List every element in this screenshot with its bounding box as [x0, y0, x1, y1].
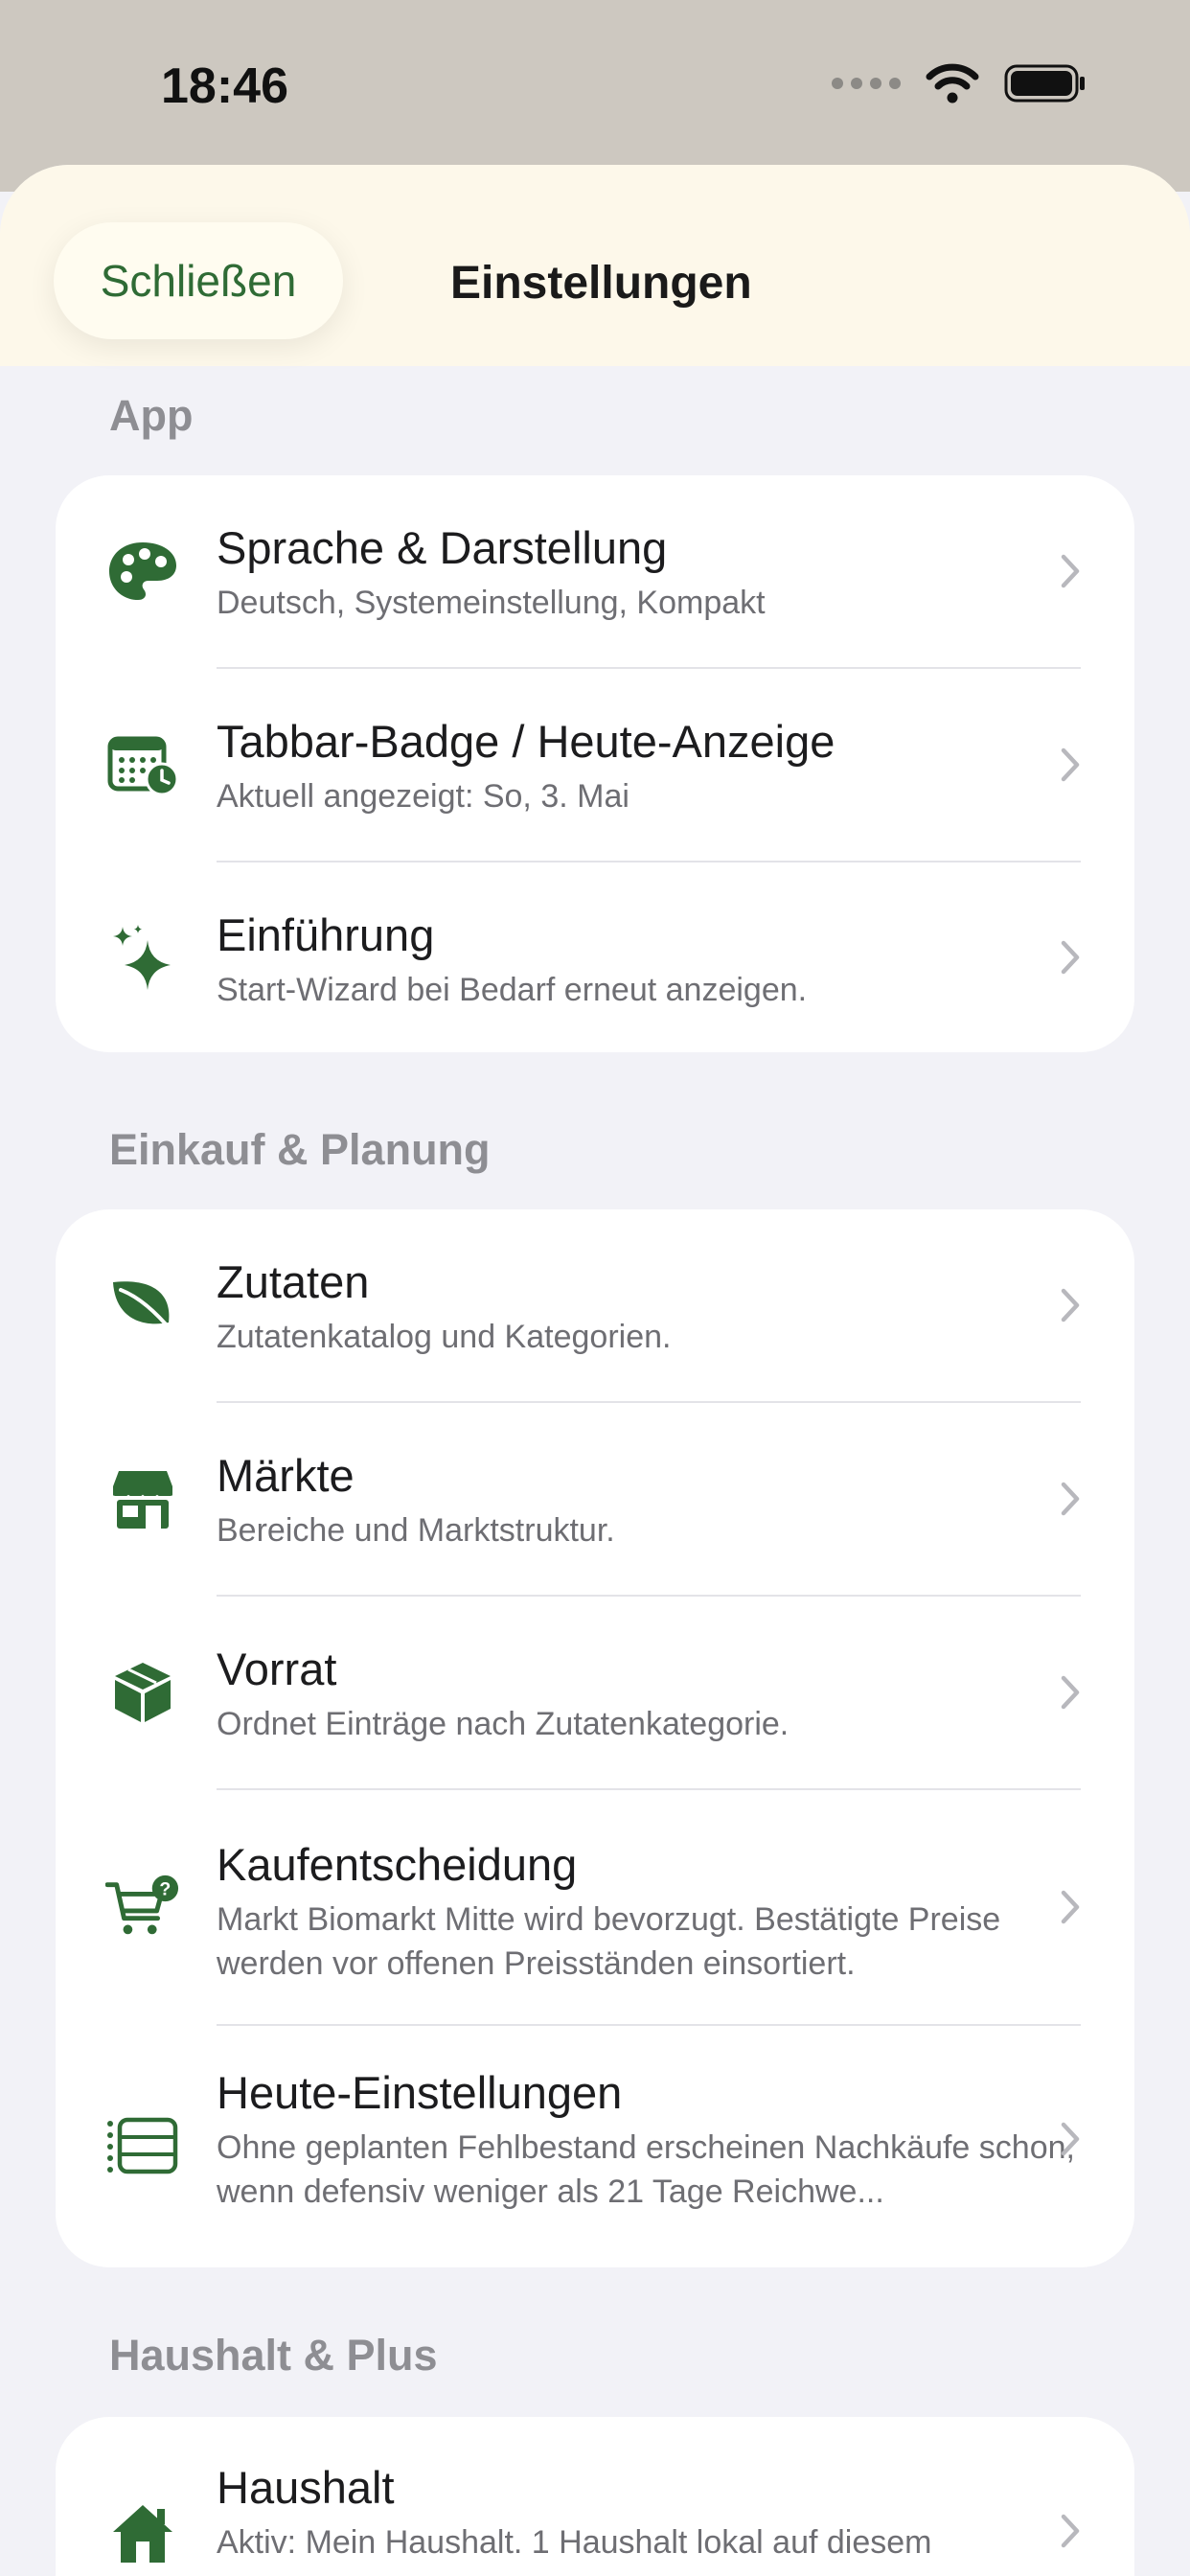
row-subtitle: Start-Wizard bei Bedarf erneut anzeigen. — [217, 972, 808, 1008]
chevron-right-icon — [1061, 1675, 1080, 1710]
row-subtitle: Ohne geplanten Fehlbestand erscheinen Na… — [217, 2129, 1075, 2210]
settings-row-heute-einstellungen[interactable]: Heute-Einstellungen Ohne geplanten Fehlb… — [56, 2026, 1134, 2267]
row-title: Heute-Einstellungen — [217, 2067, 623, 2118]
svg-text:?: ? — [159, 1878, 171, 1899]
row-subtitle: Ordnet Einträge nach Zutatenkategorie. — [217, 1706, 790, 1742]
settings-row-vorrat[interactable]: Vorrat Ordnet Einträge nach Zutatenkateg… — [56, 1597, 1134, 1788]
settings-row-tabbar-badge[interactable]: Tabbar-Badge / Heute-Anzeige Aktuell ang… — [56, 669, 1134, 861]
sparkles-icon — [105, 920, 180, 995]
chevron-right-icon — [1061, 554, 1080, 588]
settings-sheet: Schließen Einstellungen App Sprache & Da… — [0, 165, 1190, 2576]
calendar-clock-icon — [105, 727, 180, 802]
chevron-right-icon — [1061, 2514, 1080, 2548]
row-title: Märkte — [217, 1450, 355, 1501]
chevron-right-icon — [1061, 748, 1080, 782]
settings-row-maerkte[interactable]: Märkte Bereiche und Marktstruktur. — [56, 1403, 1134, 1595]
leaf-icon — [105, 1268, 180, 1343]
row-title: Haushalt — [217, 2462, 395, 2513]
section-header-haushalt: Haushalt & Plus — [109, 2331, 438, 2380]
row-title: Tabbar-Badge / Heute-Anzeige — [217, 716, 835, 767]
cellular-signal-icon — [832, 78, 901, 89]
close-button[interactable]: Schließen — [54, 222, 343, 339]
list-rectangle-icon — [105, 2108, 180, 2183]
row-subtitle: Markt Biomarkt Mitte wird bevorzugt. Bes… — [217, 1901, 1001, 1982]
chevron-right-icon — [1061, 1288, 1080, 1322]
sheet-header: Schließen Einstellungen — [0, 165, 1190, 366]
row-title: Zutaten — [217, 1256, 370, 1307]
row-subtitle: Deutsch, Systemeinstellung, Kompakt — [217, 585, 766, 621]
row-title: Sprache & Darstellung — [217, 522, 668, 573]
status-bar: 18:46 — [0, 0, 1190, 192]
house-icon — [105, 2496, 180, 2570]
row-title: Kaufentscheidung — [217, 1839, 578, 1890]
storefront-icon — [105, 1461, 180, 1536]
settings-row-haushalt[interactable]: Haushalt Aktiv: Mein Haushalt. 1 Haushal… — [56, 2417, 1134, 2576]
settings-row-zutaten[interactable]: Zutaten Zutatenkatalog und Kategorien. — [56, 1209, 1134, 1401]
section-header-app: App — [109, 391, 194, 440]
settings-card-haushalt: Haushalt Aktiv: Mein Haushalt. 1 Haushal… — [56, 2417, 1134, 2576]
row-subtitle: Aktiv: Mein Haushalt. 1 Haushalt lokal a… — [217, 2524, 932, 2561]
battery-icon — [1004, 64, 1087, 103]
status-icons — [832, 63, 1087, 104]
chevron-right-icon — [1061, 1482, 1080, 1516]
box-icon — [105, 1655, 180, 1730]
settings-row-einfuehrung[interactable]: Einführung Start-Wizard bei Bedarf erneu… — [56, 862, 1134, 1052]
settings-card-einkauf: Zutaten Zutatenkatalog und Kategorien. M… — [56, 1209, 1134, 2267]
palette-icon — [105, 534, 180, 609]
chevron-right-icon — [1061, 940, 1080, 975]
settings-card-app: Sprache & Darstellung Deutsch, Systemein… — [56, 475, 1134, 1052]
status-time: 18:46 — [161, 58, 288, 114]
chevron-right-icon — [1061, 1890, 1080, 1924]
wifi-icon — [926, 63, 979, 104]
row-title: Einführung — [217, 909, 435, 960]
page-title: Einstellungen — [450, 258, 752, 309]
row-subtitle: Aktuell angezeigt: So, 3. Mai — [217, 778, 629, 815]
row-subtitle: Bereiche und Marktstruktur. — [217, 1512, 615, 1549]
row-subtitle: Zutatenkatalog und Kategorien. — [217, 1319, 672, 1355]
row-title: Vorrat — [217, 1644, 337, 1694]
cart-question-icon: ? — [105, 1871, 180, 1945]
settings-row-sprache[interactable]: Sprache & Darstellung Deutsch, Systemein… — [56, 475, 1134, 667]
settings-row-kaufentscheidung[interactable]: ? Kaufentscheidung Markt Biomarkt Mitte … — [56, 1790, 1134, 2024]
section-header-einkauf: Einkauf & Planung — [109, 1125, 491, 1174]
chevron-right-icon — [1061, 2122, 1080, 2156]
